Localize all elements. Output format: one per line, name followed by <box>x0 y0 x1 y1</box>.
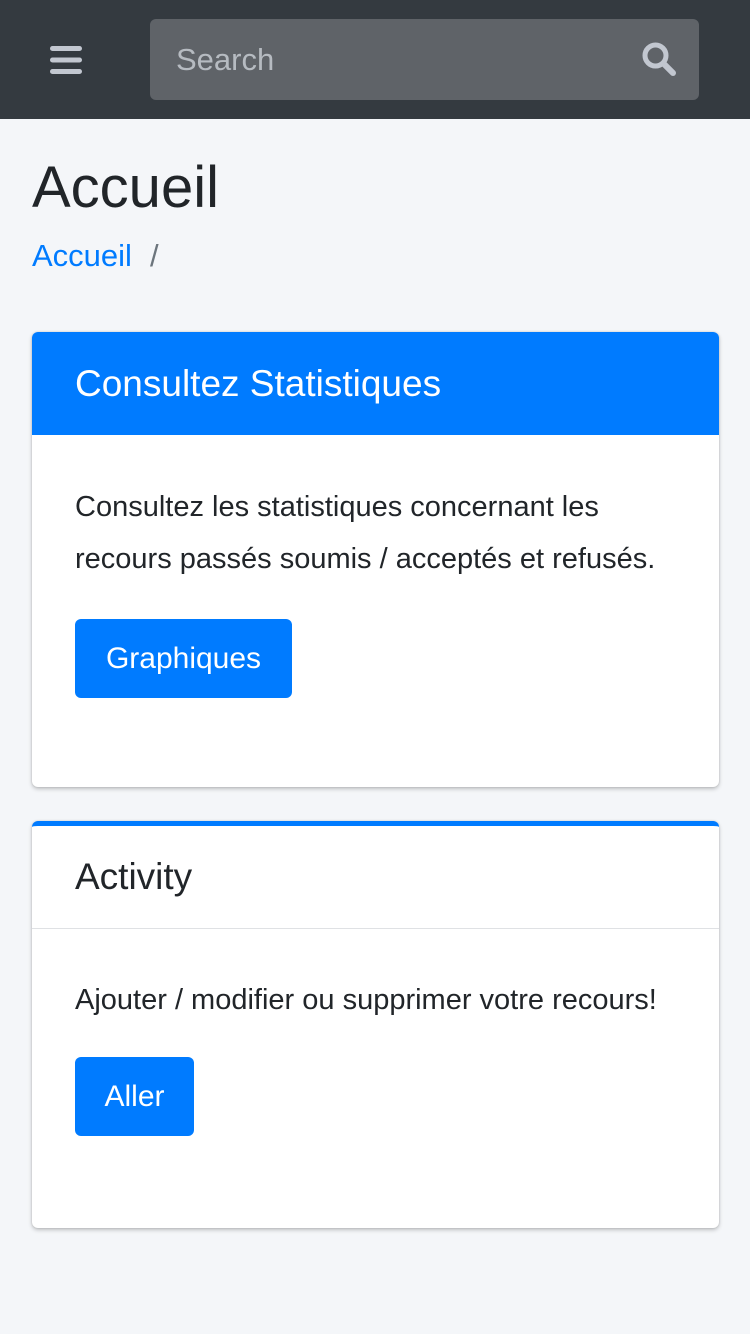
statistics-card-text: Consultez les statistiques concernant le… <box>75 491 656 575</box>
aller-button[interactable]: Aller <box>75 1057 194 1136</box>
search-button[interactable] <box>637 37 681 81</box>
statistics-card: Consultez Statistiques Consultez les sta… <box>32 332 719 787</box>
statistics-card-header: Consultez Statistiques <box>32 332 719 435</box>
statistics-card-title: Consultez Statistiques <box>75 362 442 404</box>
activity-card-header: Activity <box>32 826 719 929</box>
hamburger-menu-button[interactable] <box>40 38 92 82</box>
activity-card-title: Activity <box>75 856 193 897</box>
statistics-card-body: Consultez les statistiques concernant le… <box>32 435 719 698</box>
breadcrumb-item-accueil[interactable]: Accueil <box>32 234 132 278</box>
hamburger-menu-icon <box>50 46 82 74</box>
top-navbar <box>0 0 750 119</box>
search-box <box>150 19 699 100</box>
activity-card-body: Ajouter / modifier ou supprimer votre re… <box>32 929 719 1136</box>
graphiques-button[interactable]: Graphiques <box>75 619 292 698</box>
search-icon <box>642 42 676 76</box>
activity-card-text: Ajouter / modifier ou supprimer votre re… <box>75 984 657 1016</box>
search-input[interactable] <box>150 19 620 100</box>
page-title: Accueil <box>32 155 219 220</box>
activity-card: Activity Ajouter / modifier ou supprimer… <box>32 821 719 1228</box>
breadcrumb: Accueil / <box>32 234 159 278</box>
breadcrumb-separator: / <box>149 238 159 273</box>
